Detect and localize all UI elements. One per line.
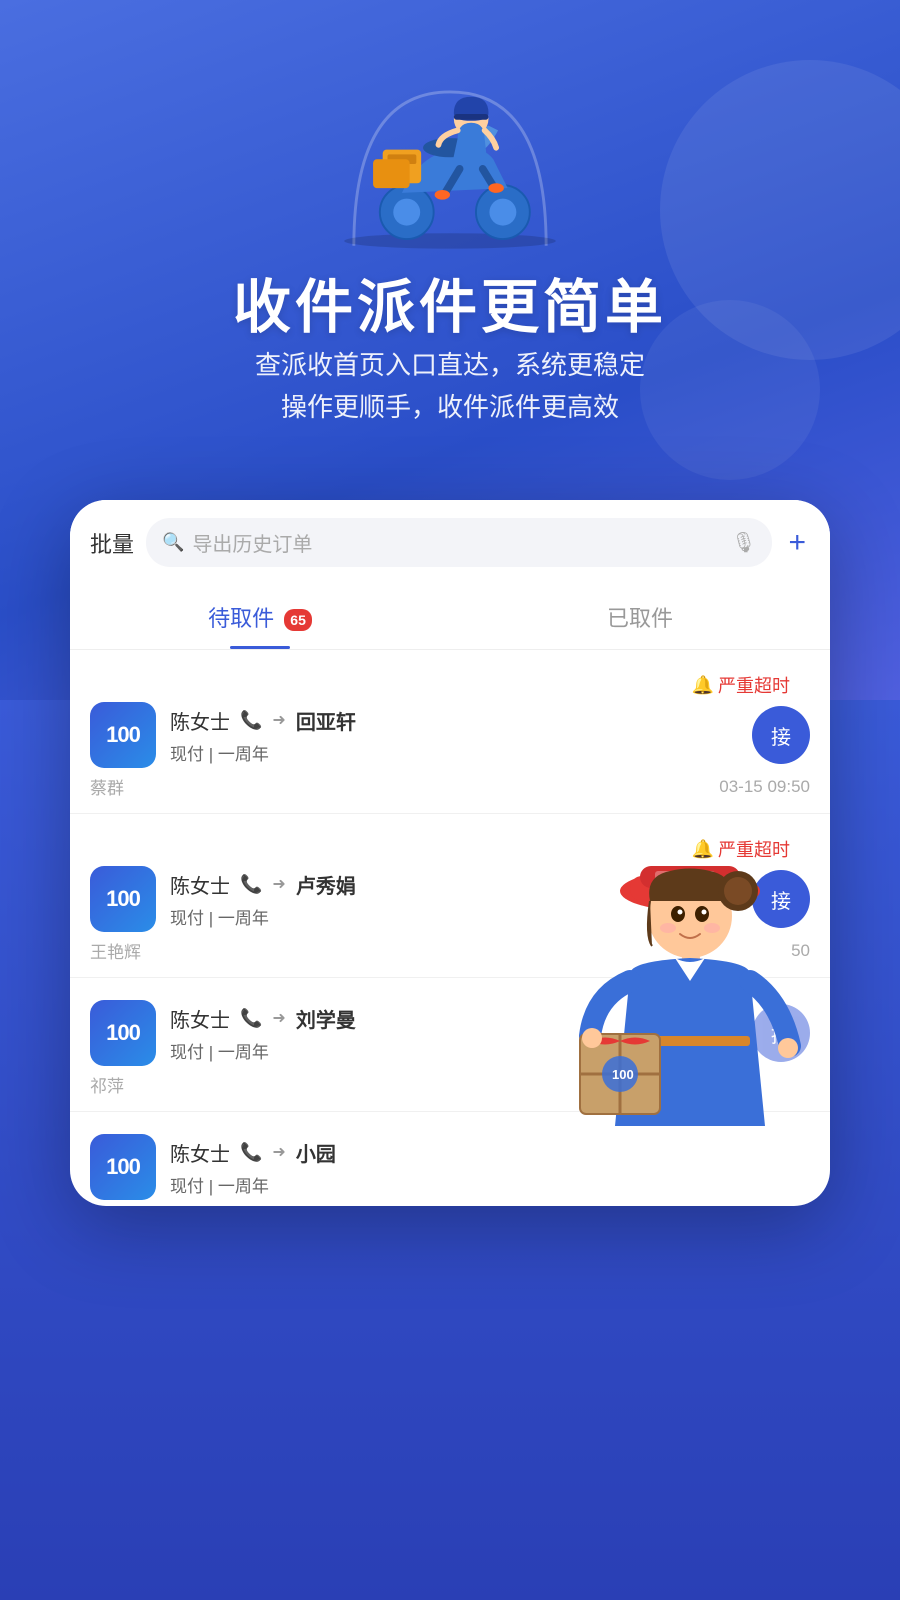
add-button[interactable]: + (784, 526, 810, 560)
tab-pending-badge: 65 (284, 609, 312, 631)
search-icon: 🔍 (162, 532, 184, 553)
receiver-name-1: 回亚轩 (296, 706, 356, 735)
courier-name-3: 祁萍 (90, 1072, 124, 1097)
search-input-wrap[interactable]: 🔍 导出历史订单 🎙 (146, 518, 772, 567)
sender-name-3: 陈女士 (170, 1004, 230, 1033)
bell-icon-2: 🔔 (692, 839, 714, 860)
phone-icon-1[interactable]: 📞 (240, 710, 262, 731)
subtitle-line1: 查派收首页入口直达，系统更稳定 (0, 345, 900, 387)
batch-button[interactable]: 批量 (90, 527, 134, 559)
logo-text-2: 100 (106, 886, 140, 912)
order-tags-2: 现付 | 一周年 (170, 904, 738, 929)
alert-row-2: 🔔 严重超时 (90, 828, 810, 866)
order-item-3: 100 陈女士 📞 ➜ 刘学曼 现付 | 一周年 接 祁萍 (70, 978, 830, 1112)
tab-collected-label: 已取件 (607, 606, 673, 631)
alert-text-2: 严重超时 (718, 836, 790, 862)
order-meta-3: 祁萍 (90, 1066, 810, 1105)
sender-name-4: 陈女士 (170, 1138, 230, 1167)
order-name-row-2: 陈女士 📞 ➜ 卢秀娟 (170, 870, 738, 899)
bell-icon-1: 🔔 (692, 675, 714, 696)
subtitle-line2: 操作更顺手，收件派件更高效 (0, 387, 900, 429)
order-tags-4: 现付 | 一周年 (170, 1172, 810, 1197)
accept-button-2[interactable]: 接 (752, 870, 810, 928)
order-name-row-4: 陈女士 📞 ➜ 小园 (170, 1138, 810, 1167)
search-bar-row: 批量 🔍 导出历史订单 🎙 + (70, 500, 830, 585)
order-info-4: 陈女士 📞 ➜ 小园 现付 | 一周年 (170, 1138, 810, 1197)
arrow-icon-4: ➜ (272, 1142, 285, 1162)
hero-subtitle: 查派收首页入口直达，系统更稳定 操作更顺手，收件派件更高效 (0, 345, 900, 428)
receiver-name-2: 卢秀娟 (296, 870, 356, 899)
arrow-icon-1: ➜ (272, 710, 285, 730)
hero-title: 收件派件更简单 (0, 260, 900, 344)
order-info-1: 陈女士 📞 ➜ 回亚轩 现付 | 一周年 (170, 706, 738, 765)
phone-icon-2[interactable]: 📞 (240, 874, 262, 895)
order-main-row-3: 100 陈女士 📞 ➜ 刘学曼 现付 | 一周年 接 (90, 1000, 810, 1066)
phone-mockup: 批量 🔍 导出历史订单 🎙 + 待取件 65 已取件 🔔 严重超时 100 (70, 500, 830, 1206)
tab-pending[interactable]: 待取件 65 (70, 585, 450, 649)
order-time-1: 03-15 09:50 (719, 777, 810, 797)
sender-name-2: 陈女士 (170, 870, 230, 899)
order-tags-3: 现付 | 一周年 (170, 1038, 738, 1063)
logo-4: 100 (90, 1134, 156, 1200)
logo-1: 100 (90, 702, 156, 768)
order-item-1: 🔔 严重超时 100 陈女士 📞 ➜ 回亚轩 现付 | 一周年 接 蔡群 03-… (70, 650, 830, 814)
order-info-2: 陈女士 📞 ➜ 卢秀娟 现付 | 一周年 (170, 870, 738, 929)
order-meta-1: 蔡群 03-15 09:50 (90, 768, 810, 807)
scooter-illustration (320, 20, 580, 260)
alert-row-1: 🔔 严重超时 (90, 664, 810, 702)
logo-text-3: 100 (106, 1020, 140, 1046)
accept-button-1[interactable]: 接 (752, 706, 810, 764)
order-tags-1: 现付 | 一周年 (170, 740, 738, 765)
accept-button-3[interactable]: 接 (752, 1004, 810, 1062)
phone-icon-3[interactable]: 📞 (240, 1008, 262, 1029)
order-meta-2: 王艳辉 50 (90, 932, 810, 971)
tab-collected[interactable]: 已取件 (450, 585, 830, 649)
tabs-row: 待取件 65 已取件 (70, 585, 830, 650)
arrow-icon-2: ➜ (272, 874, 285, 894)
phone-icon-4[interactable]: 📞 (240, 1142, 262, 1163)
courier-name-2: 王艳辉 (90, 938, 141, 963)
logo-2: 100 (90, 866, 156, 932)
order-name-row-3: 陈女士 📞 ➜ 刘学曼 (170, 1004, 738, 1033)
order-info-3: 陈女士 📞 ➜ 刘学曼 现付 | 一周年 (170, 1004, 738, 1063)
logo-3: 100 (90, 1000, 156, 1066)
receiver-name-4: 小园 (296, 1138, 336, 1167)
mic-icon: 🎙 (731, 530, 756, 555)
logo-text-1: 100 (106, 722, 140, 748)
sender-name-1: 陈女士 (170, 706, 230, 735)
order-time-2: 50 (791, 941, 810, 961)
order-item-4: 100 陈女士 📞 ➜ 小园 现付 | 一周年 (70, 1112, 830, 1206)
order-main-row-1: 100 陈女士 📞 ➜ 回亚轩 现付 | 一周年 接 (90, 702, 810, 768)
order-item-2: 🔔 严重超时 100 陈女士 📞 ➜ 卢秀娟 现付 | 一周年 接 王艳辉 50 (70, 814, 830, 978)
search-placeholder: 导出历史订单 (192, 528, 723, 557)
alert-text-1: 严重超时 (718, 672, 790, 698)
tab-pending-label: 待取件 (208, 606, 274, 631)
arrow-icon-3: ➜ (272, 1008, 285, 1028)
receiver-name-3: 刘学曼 (296, 1004, 356, 1033)
order-main-row-4: 100 陈女士 📞 ➜ 小园 现付 | 一周年 (90, 1134, 810, 1200)
courier-name-1: 蔡群 (90, 774, 124, 799)
logo-text-4: 100 (106, 1154, 140, 1180)
order-main-row-2: 100 陈女士 📞 ➜ 卢秀娟 现付 | 一周年 接 (90, 866, 810, 932)
order-name-row-1: 陈女士 📞 ➜ 回亚轩 (170, 706, 738, 735)
